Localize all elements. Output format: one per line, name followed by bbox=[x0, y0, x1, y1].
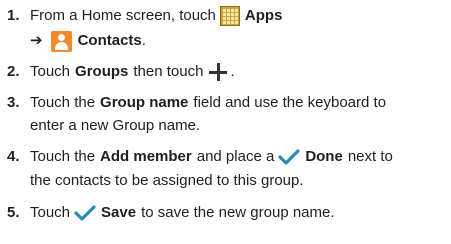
checkmark-icon bbox=[278, 148, 300, 166]
step-4-line-1: Touch the Add member and place a Done ne… bbox=[30, 147, 393, 167]
done-label: Done bbox=[305, 148, 343, 165]
step-text: field and use the keyboard to bbox=[193, 94, 387, 111]
step-text: Touch bbox=[30, 63, 71, 80]
checkmark-icon bbox=[74, 204, 96, 222]
step-text: Touch the bbox=[30, 94, 96, 111]
apps-grid-icon bbox=[219, 6, 240, 26]
step-number: 5. bbox=[7, 204, 20, 221]
apps-label: Apps bbox=[244, 7, 283, 24]
contacts-icon bbox=[50, 30, 72, 52]
step-text: next to bbox=[347, 148, 393, 165]
step-number: 3. bbox=[7, 94, 20, 111]
step-5-line-1: Touch Save to save the new group name. bbox=[30, 203, 335, 223]
group-name-label: Group name bbox=[100, 94, 189, 111]
step-text: and place a bbox=[196, 148, 275, 165]
step-number: 4. bbox=[7, 148, 20, 165]
step-2-line-1: Touch Groups then touch . bbox=[30, 62, 235, 82]
step-text: From a Home screen, touch bbox=[30, 7, 216, 24]
save-label: Save bbox=[101, 204, 137, 221]
arrow-right-icon: ➔ bbox=[30, 32, 43, 49]
step-text: enter a new Group name. bbox=[30, 117, 201, 134]
period: . bbox=[230, 63, 235, 80]
step-text: Touch bbox=[30, 204, 71, 221]
period: . bbox=[141, 32, 146, 49]
plus-icon bbox=[208, 62, 228, 82]
step-number: 2. bbox=[7, 63, 20, 80]
step-number: 1. bbox=[7, 7, 20, 24]
groups-label: Groups bbox=[75, 63, 129, 80]
step-3-line-1: Touch the Group name field and use the k… bbox=[30, 93, 386, 113]
step-3-line-2: enter a new Group name. bbox=[30, 116, 200, 136]
instruction-document: 1. From a Home screen, touch Apps ➔ Cont… bbox=[0, 0, 451, 244]
step-text: the contacts to be assigned to this grou… bbox=[30, 172, 304, 189]
contacts-label: Contacts bbox=[77, 32, 142, 49]
step-text: Touch the bbox=[30, 148, 96, 165]
step-4-line-2: the contacts to be assigned to this grou… bbox=[30, 171, 304, 191]
step-1-line-2: ➔ Contacts. bbox=[30, 30, 146, 52]
step-1-line-1: From a Home screen, touch Apps bbox=[30, 6, 282, 26]
add-member-label: Add member bbox=[100, 148, 192, 165]
step-text: to save the new group name. bbox=[141, 204, 335, 221]
step-text: then touch bbox=[133, 63, 204, 80]
